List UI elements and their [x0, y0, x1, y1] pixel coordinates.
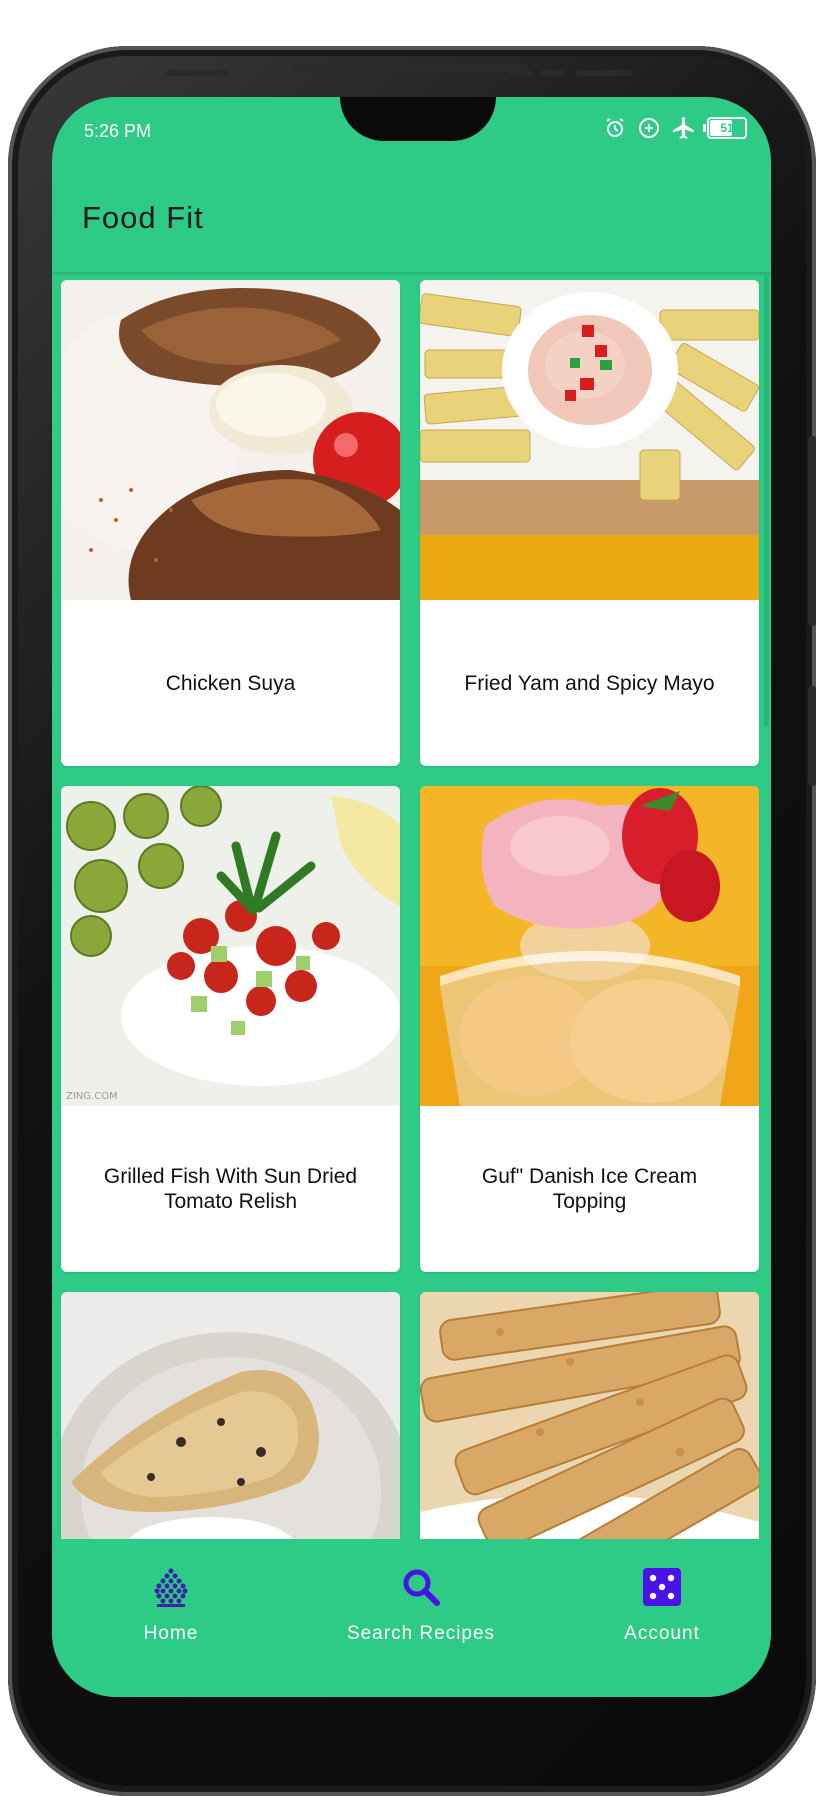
- chicken-suya-photo: [61, 280, 400, 600]
- notch: [340, 97, 496, 141]
- battery-level: 51: [720, 121, 734, 135]
- screen: 5:26 PM 51 Food Fit Chicken Suya Fried Y…: [52, 97, 771, 1697]
- earpiece: [292, 64, 528, 72]
- ice-cream-photo: [420, 786, 759, 1106]
- recipe-card-scone[interactable]: [61, 1292, 400, 1539]
- svg-text:ZING.COM: ZING.COM: [66, 1091, 118, 1102]
- nav-search-recipes[interactable]: Search Recipes: [331, 1539, 511, 1659]
- recipe-card-chicken-suya[interactable]: Chicken Suya: [61, 280, 400, 766]
- home-icon: [153, 1563, 189, 1611]
- status-time: 5:26 PM: [84, 121, 152, 141]
- scrollbar-thumb[interactable]: [764, 272, 769, 727]
- bottom-navigation: Home Search Recipes Account: [52, 1539, 771, 1697]
- status-icons: 51: [603, 115, 747, 141]
- recipe-title: Grilled Fish With Sun Dried Tomato Relis…: [103, 1165, 358, 1213]
- volume-button: [808, 436, 816, 626]
- sensor: [540, 70, 566, 76]
- account-icon: [643, 1563, 681, 1611]
- fried-yam-photo: [420, 280, 759, 600]
- nav-account-label: Account: [624, 1623, 700, 1644]
- battery-icon: 51: [703, 117, 747, 139]
- recipe-card-biscotti[interactable]: [420, 1292, 759, 1539]
- recipe-card-ice-cream[interactable]: Guf" Danish Ice Cream Topping: [420, 786, 759, 1272]
- biscotti-photo: [420, 1292, 759, 1539]
- recipe-grid: Chicken Suya Fried Yam and Spicy Mayo ZI…: [61, 280, 759, 1539]
- app-bar: Food Fit: [52, 167, 771, 272]
- recipe-card-grilled-fish[interactable]: ZING.COM Grilled Fish With Sun Dried Tom…: [61, 786, 400, 1272]
- nav-search-label: Search Recipes: [346, 1623, 496, 1644]
- recipe-title: Fried Yam and Spicy Mayo: [464, 671, 715, 695]
- nav-home[interactable]: Home: [101, 1539, 241, 1659]
- nav-home-label: Home: [143, 1623, 199, 1644]
- airplane-icon: [671, 115, 697, 141]
- grilled-fish-photo: ZING.COM: [61, 786, 400, 1106]
- sensor: [576, 70, 632, 76]
- recipe-card-fried-yam[interactable]: Fried Yam and Spicy Mayo: [420, 280, 759, 766]
- recipe-list[interactable]: Chicken Suya Fried Yam and Spicy Mayo ZI…: [52, 272, 771, 1539]
- app-title: Food Fit: [82, 200, 204, 235]
- scone-photo: [61, 1292, 400, 1539]
- recipe-title: Chicken Suya: [165, 671, 296, 695]
- speaker-grille: [166, 70, 230, 76]
- recipe-title: Guf" Danish Ice Cream Topping: [481, 1165, 698, 1213]
- nav-account[interactable]: Account: [592, 1539, 732, 1659]
- data-saver-icon: [637, 116, 661, 140]
- alarm-icon: [603, 116, 627, 140]
- search-icon: [401, 1563, 441, 1611]
- sensor: [510, 70, 532, 76]
- power-button: [808, 686, 816, 786]
